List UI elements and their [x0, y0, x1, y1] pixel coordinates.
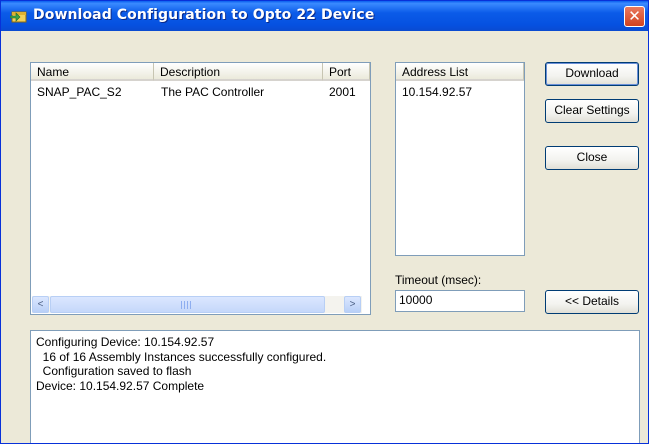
close-icon[interactable]: ✕ [624, 6, 645, 27]
horizontal-scrollbar[interactable]: < > [32, 296, 362, 313]
log-line: Configuring Device: 10.154.92.57 [36, 335, 215, 349]
column-header-name[interactable]: Name [31, 63, 154, 81]
timeout-label: Timeout (msec): [395, 273, 482, 287]
column-header-port[interactable]: Port [323, 63, 370, 81]
address-list[interactable]: Address List 10.154.92.57 [395, 62, 525, 256]
scroll-left-button[interactable]: < [32, 296, 49, 313]
details-button[interactable]: << Details [545, 290, 639, 314]
scrollbar-thumb[interactable] [50, 296, 325, 313]
clear-settings-button[interactable]: Clear Settings [545, 99, 639, 123]
column-header-description[interactable]: Description [154, 63, 323, 81]
log-output[interactable]: Configuring Device: 10.154.92.57 16 of 1… [30, 330, 640, 443]
log-line: 16 of 16 Assembly Instances successfully… [36, 350, 327, 364]
log-line: Device: 10.154.92.57 Complete [36, 379, 205, 393]
device-list[interactable]: Name Description Port SNAP_PAC_S2 The PA… [30, 62, 371, 315]
download-config-dialog: Download Configuration to Opto 22 Device… [0, 0, 649, 444]
device-description-cell: The PAC Controller [161, 85, 265, 99]
column-header-address-list[interactable]: Address List [396, 63, 524, 81]
title-bar[interactable]: Download Configuration to Opto 22 Device… [1, 1, 648, 31]
device-port-cell: 2001 [329, 85, 356, 99]
download-button[interactable]: Download [545, 62, 639, 86]
device-name-cell: SNAP_PAC_S2 [37, 85, 122, 99]
log-line: Configuration saved to flash [36, 364, 192, 378]
timeout-input[interactable]: 10000 [395, 290, 525, 312]
window-title: Download Configuration to Opto 22 Device [33, 7, 375, 23]
address-list-item[interactable]: 10.154.92.57 [402, 85, 472, 99]
close-button[interactable]: Close [545, 146, 639, 170]
scrollbar-grip [181, 301, 191, 309]
scroll-right-button[interactable]: > [344, 296, 361, 313]
download-device-icon [10, 11, 27, 23]
